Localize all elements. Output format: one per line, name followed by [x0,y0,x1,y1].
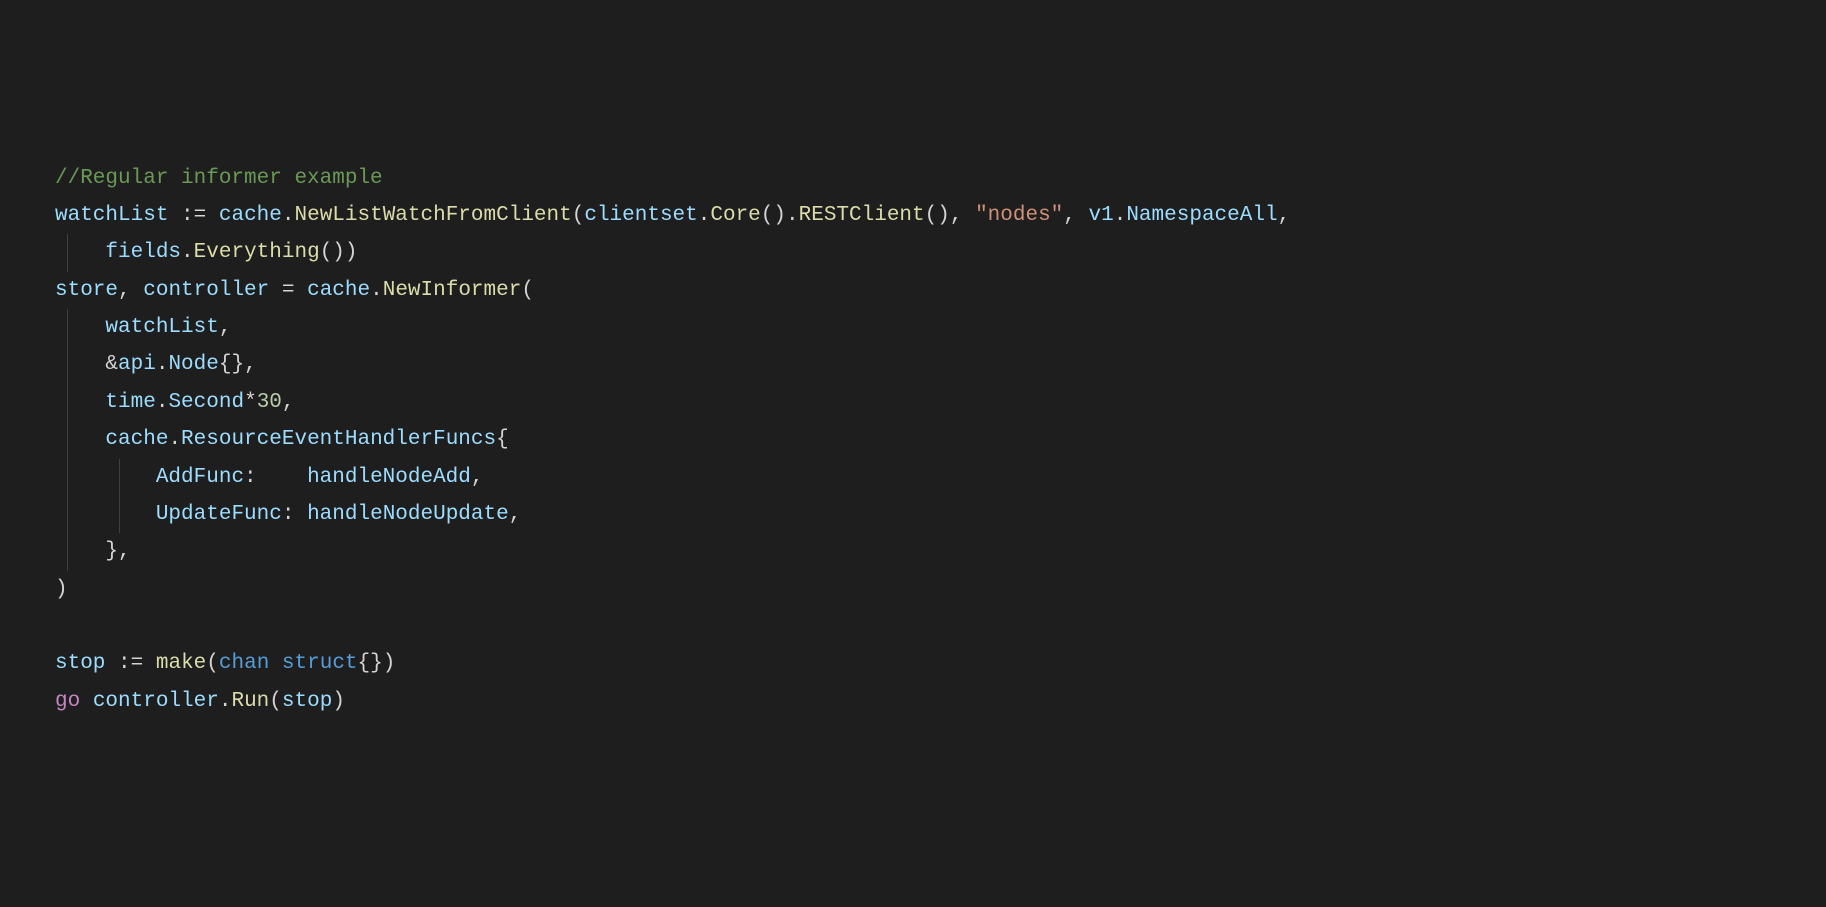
punct: , [471,466,484,489]
code-line: watchList := cache.NewListWatchFromClien… [55,197,1826,234]
indent-guide [119,496,120,533]
variable: handleNodeUpdate [307,503,509,526]
variable: watchList [55,204,168,227]
code-line: store, controller = cache.NewInformer( [55,272,1826,309]
punct: ( [206,652,219,675]
code-line: //Regular informer example [55,160,1826,197]
punct: , [1063,204,1088,227]
property: AddFunc [156,466,244,489]
variable: store [55,279,118,302]
package: cache [307,279,370,302]
variable: handleNodeAdd [307,466,471,489]
indent-guide [67,234,68,271]
punct: }, [105,540,130,563]
punct: . [181,241,194,264]
punct: . [156,391,169,414]
code-line: &api.Node{}, [55,346,1826,383]
punct: . [282,204,295,227]
function-call: NewListWatchFromClient [294,204,571,227]
punct: ( [572,204,585,227]
package: api [118,353,156,376]
constant: Second [168,391,244,414]
number-literal: 30 [257,391,282,414]
punct: : [282,503,307,526]
package: cache [219,204,282,227]
punct: ()) [320,241,358,264]
property: UpdateFunc [156,503,282,526]
string-literal: "nodes" [975,204,1063,227]
indent-guide [67,384,68,421]
punct: : [244,466,307,489]
package: fields [105,241,181,264]
function-call: make [156,652,206,675]
punct: ) [55,578,68,601]
function-call: Core [710,204,760,227]
code-line: time.Second*30, [55,384,1826,421]
code-line: }, [55,533,1826,570]
indent-guide [67,309,68,346]
punct: , [1278,204,1291,227]
code-line: AddFunc: handleNodeAdd, [55,459,1826,496]
indent-guide [67,533,68,570]
variable: clientset [584,204,697,227]
code-line: cache.ResourceEventHandlerFuncs{ [55,421,1826,458]
keyword: chan [219,652,269,675]
comment: //Regular informer example [55,167,383,190]
punct: ( [521,279,534,302]
code-line: ) [55,571,1826,608]
punct: ( [269,690,282,713]
variable: controller [143,279,269,302]
function-call: Run [231,690,269,713]
punct: , [509,503,522,526]
variable: stop [282,690,332,713]
indent-guide [67,421,68,458]
operator: & [105,353,118,376]
code-line [55,608,1826,645]
package: cache [105,428,168,451]
punct: , [219,316,232,339]
code-line: stop := make(chan struct{}) [55,645,1826,682]
keyword: go [55,690,80,713]
indent-guide [67,496,68,533]
function-call: Everything [194,241,320,264]
punct: . [168,428,181,451]
punct: . [219,690,232,713]
operator: = [282,279,295,302]
variable: watchList [105,316,218,339]
type: Node [168,353,218,376]
indent-guide [67,346,68,383]
function-call: NewInformer [383,279,522,302]
function-call: RESTClient [799,204,925,227]
variable: stop [55,652,105,675]
punct: (), [925,204,975,227]
indent-guide [119,459,120,496]
code-editor[interactable]: //Regular informer examplewatchList := c… [55,160,1826,721]
code-line: go controller.Run(stop) [55,683,1826,720]
package: v1 [1089,204,1114,227]
operator: := [118,652,143,675]
operator: * [244,391,257,414]
punct: . [698,204,711,227]
package: time [105,391,155,414]
constant: NamespaceAll [1126,204,1277,227]
punct: {}) [358,652,396,675]
punct: , [118,279,143,302]
punct: , [282,391,295,414]
punct: . [1114,204,1127,227]
punct: { [496,428,509,451]
punct: . [156,353,169,376]
code-line: watchList, [55,309,1826,346]
punct: . [370,279,383,302]
punct: {}, [219,353,257,376]
punct: ) [332,690,345,713]
punct: (). [761,204,799,227]
code-line: UpdateFunc: handleNodeUpdate, [55,496,1826,533]
keyword: struct [282,652,358,675]
type: ResourceEventHandlerFuncs [181,428,496,451]
operator: := [181,204,206,227]
indent-guide [67,459,68,496]
code-line: fields.Everything()) [55,234,1826,271]
variable: controller [93,690,219,713]
